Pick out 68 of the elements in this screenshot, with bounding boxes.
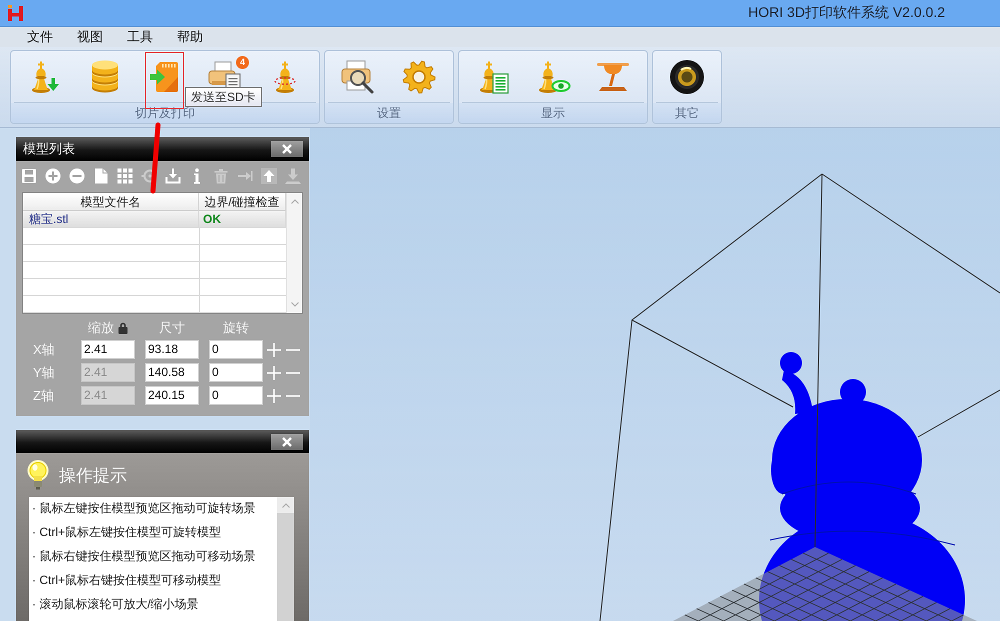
increase-button[interactable]	[267, 342, 281, 356]
save-icon[interactable]	[21, 168, 37, 184]
plus-icon	[267, 388, 281, 402]
size-field[interactable]: 140.58	[145, 363, 199, 382]
close-button[interactable]	[271, 434, 303, 450]
panel-title: 模型列表	[23, 140, 75, 158]
tip-item: · 鼠标左键按住模型预览区拖动可旋转场景	[31, 500, 256, 517]
rotation-field[interactable]: 0	[209, 363, 263, 382]
menu-item[interactable]: 帮助	[165, 27, 215, 47]
add-icon[interactable]	[45, 168, 61, 184]
group-label: 设置	[325, 103, 453, 123]
scale-field[interactable]: 2.41	[81, 340, 135, 359]
import-icon[interactable]	[165, 168, 181, 184]
page-icon[interactable]	[93, 168, 109, 184]
arrow-up-icon[interactable]	[261, 168, 277, 184]
tip-item: · Ctrl+鼠标右键按住模型可移动模型	[31, 572, 222, 589]
tip-item: · Ctrl+鼠标左键按住模型可旋转模型	[31, 524, 222, 541]
group-label: 其它	[653, 103, 721, 123]
app-logo-icon	[8, 5, 23, 21]
axis-label: Z轴	[32, 387, 55, 405]
close-icon	[282, 436, 292, 446]
minus-icon	[286, 394, 300, 396]
lock-icon[interactable]	[118, 322, 128, 334]
chevron-up-icon	[282, 502, 290, 508]
axis-label: X轴	[32, 341, 56, 359]
minus-icon	[286, 348, 300, 350]
close-icon	[282, 144, 292, 154]
tooltip: 发送至SD卡	[185, 87, 262, 107]
annotation-stroke	[148, 122, 162, 194]
close-button[interactable]	[271, 141, 303, 157]
scrollbar[interactable]	[286, 193, 302, 313]
lens-icon	[669, 58, 705, 94]
tip-item: · 鼠标右键按住模型预览区拖动可移动场景	[31, 548, 256, 565]
column-label: 尺寸	[159, 319, 185, 337]
chevron-up-icon	[290, 199, 298, 204]
increase-button[interactable]	[267, 366, 281, 380]
rotation-field[interactable]: 0	[209, 386, 263, 405]
column-header: 边界/碰撞检查	[199, 193, 286, 211]
table-row[interactable]: 糖宝.stl OK	[23, 211, 286, 228]
rotation-field[interactable]: 0	[209, 340, 263, 359]
window-title: HORI 3D打印软件系统 V2.0.0.2	[748, 4, 945, 22]
figurine-model[interactable]	[759, 352, 965, 621]
menu-item[interactable]: 工具	[115, 27, 165, 47]
gear-icon	[401, 58, 437, 94]
grid-icon[interactable]	[117, 168, 133, 184]
plus-icon	[267, 366, 281, 380]
menu-item[interactable]: 视图	[65, 27, 115, 47]
increase-button[interactable]	[267, 388, 281, 402]
count-badge: 4	[236, 56, 249, 68]
minus-icon	[286, 372, 300, 374]
lightbulb-icon	[27, 460, 49, 490]
tips-title: 操作提示	[59, 464, 127, 486]
axis-label: Y轴	[32, 364, 56, 382]
size-field[interactable]: 93.18	[145, 340, 199, 359]
group-label: 显示	[459, 103, 647, 123]
menu-item[interactable]: 文件	[15, 27, 65, 47]
column-label: 旋转	[223, 319, 249, 337]
scrollbar[interactable]	[277, 497, 294, 621]
tip-item: · 滚动鼠标滚轮可放大/缩小场景	[31, 596, 200, 613]
highlight-frame	[145, 52, 184, 109]
model-viewport[interactable]	[310, 128, 1000, 621]
column-label: 缩放	[88, 319, 114, 337]
column-header: 模型文件名	[23, 193, 199, 211]
chevron-down-icon	[290, 302, 298, 307]
remove-icon[interactable]	[69, 168, 85, 184]
size-field[interactable]: 240.15	[145, 386, 199, 405]
table-cell: 糖宝.stl	[23, 211, 199, 228]
plus-icon	[267, 342, 281, 356]
